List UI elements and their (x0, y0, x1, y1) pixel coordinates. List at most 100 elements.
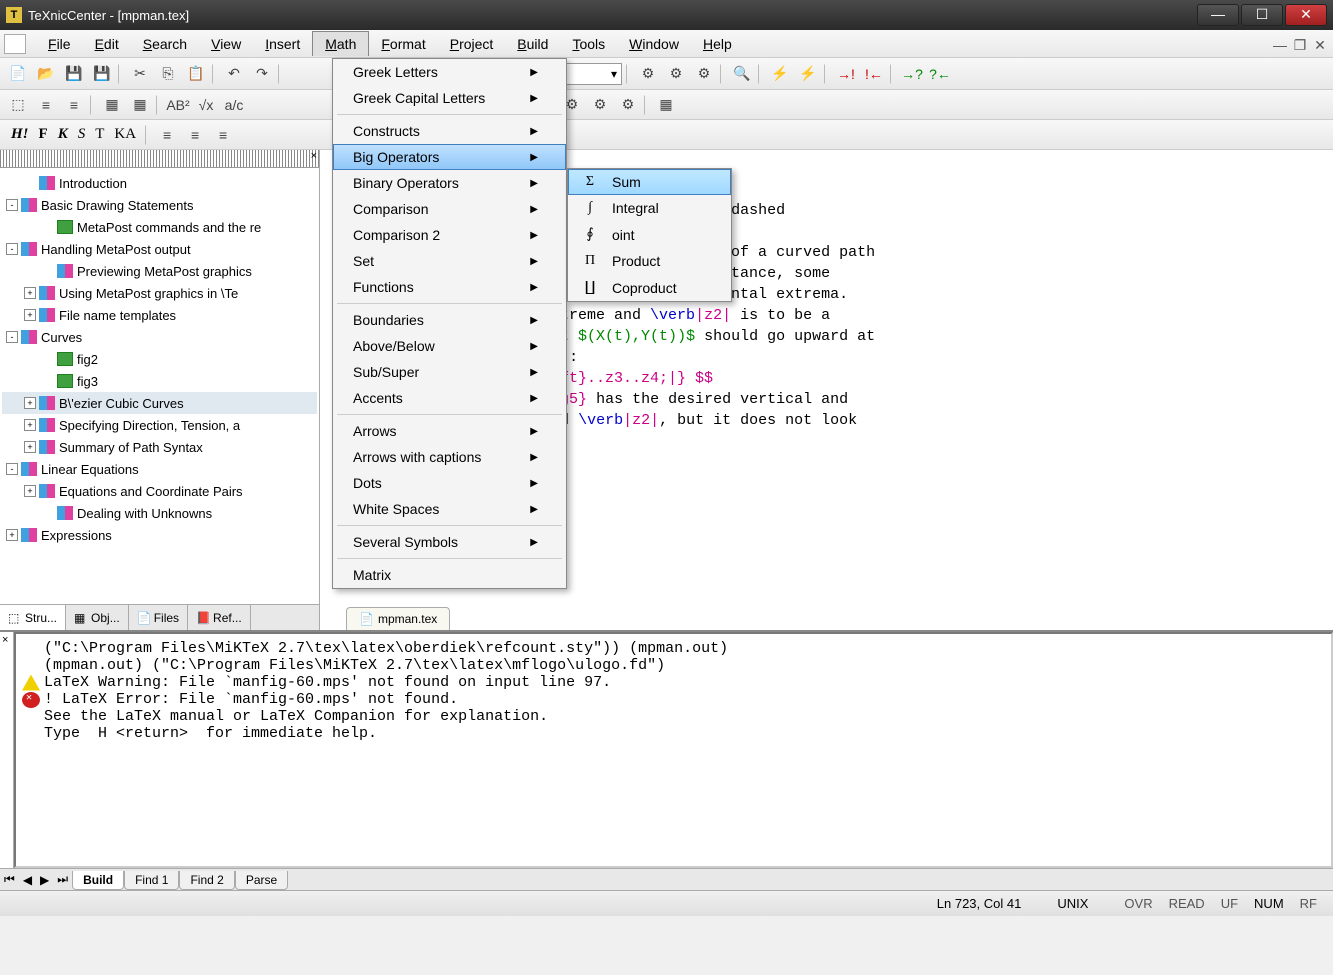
math-menu-comparison[interactable]: Comparison▶ (333, 196, 566, 222)
redo-icon[interactable]: ↷ (250, 62, 274, 86)
tree-node[interactable]: fig3 (2, 370, 317, 392)
menu-edit[interactable]: Edit (83, 32, 131, 56)
align-right-icon[interactable]: ≡ (211, 123, 235, 147)
bullets-icon[interactable]: ≡ (34, 93, 58, 117)
style-h![interactable]: H! (6, 124, 34, 144)
align-left-icon[interactable]: ≡ (155, 123, 179, 147)
menu-view[interactable]: View (199, 32, 253, 56)
output-next-icon[interactable]: ▶ (36, 873, 53, 887)
output-tab-find-1[interactable]: Find 1 (124, 871, 179, 890)
maximize-button[interactable]: ☐ (1241, 4, 1283, 26)
style-s[interactable]: S (73, 124, 91, 144)
menu-file[interactable]: File (36, 32, 83, 56)
build-view-icon[interactable]: ⚙ (664, 62, 688, 86)
menu-window[interactable]: Window (617, 32, 691, 56)
prev-error-icon[interactable]: →! (834, 62, 858, 86)
tree-node[interactable]: MetaPost commands and the re (2, 216, 317, 238)
block-icon[interactable]: ▦ (654, 93, 678, 117)
tree-node[interactable]: +B\'ezier Cubic Curves (2, 392, 317, 414)
save-all-icon[interactable]: 💾 (90, 62, 114, 86)
mdi-close[interactable]: ✕ (1311, 36, 1329, 52)
textfield-icon[interactable]: AB² (166, 93, 190, 117)
tree-node[interactable]: +Using MetaPost graphics in \Te (2, 282, 317, 304)
tree-node[interactable]: +Equations and Coordinate Pairs (2, 480, 317, 502)
tree-node[interactable]: +File name templates (2, 304, 317, 326)
close-button[interactable]: ✕ (1285, 4, 1327, 26)
output-prev-icon[interactable]: ◀ (19, 873, 36, 887)
menu-math[interactable]: Math (312, 31, 369, 56)
tree-toggle[interactable]: + (24, 419, 36, 431)
tree-node[interactable]: -Linear Equations (2, 458, 317, 480)
math-menu-boundaries[interactable]: Boundaries▶ (333, 307, 566, 333)
undo-icon[interactable]: ↶ (222, 62, 246, 86)
new-icon[interactable]: 📄 (6, 62, 30, 86)
tree-toggle[interactable]: - (6, 331, 18, 343)
bigop-product[interactable]: ΠProduct (568, 248, 731, 274)
math-menu-constructs[interactable]: Constructs▶ (333, 118, 566, 144)
math-menu-greek-letters[interactable]: Greek Letters▶ (333, 59, 566, 85)
tree-node[interactable]: Dealing with Unknowns (2, 502, 317, 524)
sqrt-icon[interactable]: √x (194, 93, 218, 117)
sidebar-tab-stru[interactable]: ⬚Stru... (0, 605, 66, 630)
output-tab-find-2[interactable]: Find 2 (179, 871, 234, 890)
math-menu-dropdown[interactable]: Greek Letters▶Greek Capital Letters▶ Cons… (332, 58, 567, 589)
math-menu-binary-operators[interactable]: Binary Operators▶ (333, 170, 566, 196)
structure-icon[interactable]: ⬚ (6, 93, 30, 117)
tree-toggle[interactable]: + (6, 529, 18, 541)
output-close[interactable]: × (0, 632, 14, 868)
tree-node[interactable]: +Summary of Path Syntax (2, 436, 317, 458)
nav-icon[interactable]: ⚡ (768, 62, 792, 86)
math-menu-arrows-with-captions[interactable]: Arrows with captions▶ (333, 444, 566, 470)
table-icon[interactable]: ▦ (100, 93, 124, 117)
menu-help[interactable]: Help (691, 32, 744, 56)
math-menu-dots[interactable]: Dots▶ (333, 470, 566, 496)
tree-toggle[interactable]: - (6, 243, 18, 255)
tree-node[interactable]: -Basic Drawing Statements (2, 194, 317, 216)
menu-tools[interactable]: Tools (560, 32, 617, 56)
sidebar-tab-obj[interactable]: ▦Obj... (66, 605, 129, 630)
tree-toggle[interactable]: + (24, 309, 36, 321)
sidebar-tab-files[interactable]: 📄Files (129, 605, 188, 630)
math-menu-above-below[interactable]: Above/Below▶ (333, 333, 566, 359)
cut-icon[interactable]: ✂ (128, 62, 152, 86)
document-tree[interactable]: Introduction-Basic Drawing StatementsMet… (0, 168, 319, 604)
prev-warn-icon[interactable]: →? (900, 62, 924, 86)
output-tab-parse[interactable]: Parse (235, 871, 288, 890)
sidebar-tab-ref[interactable]: 📕Ref... (188, 605, 251, 630)
menu-project[interactable]: Project (438, 32, 506, 56)
view-icon[interactable]: 🔍 (730, 62, 754, 86)
tree-toggle[interactable]: + (24, 397, 36, 409)
sidebar-close-icon[interactable]: × (311, 150, 317, 162)
tool-c-icon[interactable]: ⚙ (616, 93, 640, 117)
bigop-coproduct[interactable]: ∐Coproduct (568, 274, 731, 301)
nav2-icon[interactable]: ⚡ (796, 62, 820, 86)
next-warn-icon[interactable]: ?← (928, 62, 952, 86)
tree-toggle[interactable]: - (6, 199, 18, 211)
tree-toggle[interactable]: + (24, 441, 36, 453)
tree-node[interactable]: fig2 (2, 348, 317, 370)
style-ka[interactable]: KA (109, 124, 141, 144)
math-menu-arrows[interactable]: Arrows▶ (333, 418, 566, 444)
frac-icon[interactable]: a/c (222, 93, 246, 117)
style-k[interactable]: K (53, 124, 73, 144)
tree-node[interactable]: Introduction (2, 172, 317, 194)
tool-b-icon[interactable]: ⚙ (588, 93, 612, 117)
style-t[interactable]: T (90, 124, 109, 144)
output-tab-build[interactable]: Build (72, 871, 124, 890)
math-menu-sub-super[interactable]: Sub/Super▶ (333, 359, 566, 385)
paste-icon[interactable]: 📋 (184, 62, 208, 86)
math-menu-matrix[interactable]: Matrix (333, 562, 566, 588)
bigop-oint[interactable]: ∮oint (568, 221, 731, 248)
math-menu-white-spaces[interactable]: White Spaces▶ (333, 496, 566, 522)
next-error-icon[interactable]: !← (862, 62, 886, 86)
minimize-button[interactable]: — (1197, 4, 1239, 26)
copy-icon[interactable]: ⎘ (156, 62, 180, 86)
tree-toggle[interactable]: - (6, 463, 18, 475)
grid-icon[interactable]: ▦ (128, 93, 152, 117)
math-menu-greek-capital-letters[interactable]: Greek Capital Letters▶ (333, 85, 566, 111)
big-operators-submenu[interactable]: ΣSum∫Integral∮ointΠProduct∐Coproduct (567, 168, 732, 302)
output-last-icon[interactable]: ⏭ (53, 872, 72, 887)
math-menu-several-symbols[interactable]: Several Symbols▶ (333, 529, 566, 555)
build-icon[interactable]: ⚙ (636, 62, 660, 86)
menu-search[interactable]: Search (131, 32, 199, 56)
